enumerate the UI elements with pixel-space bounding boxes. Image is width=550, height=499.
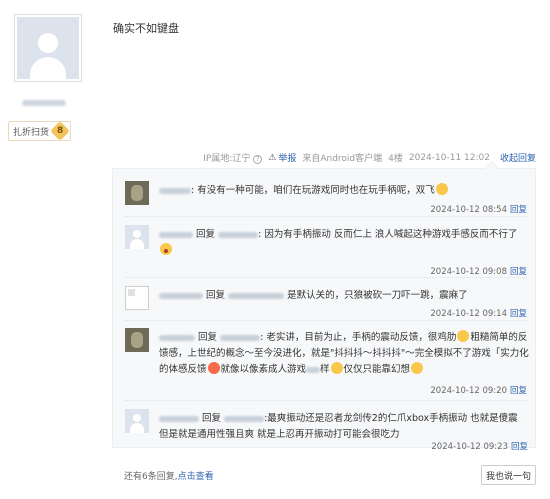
post-meta-bar: IP属地:辽宁 ? ⚠ 举报 来自Android客户端 4楼 2024-10-11… bbox=[203, 151, 536, 164]
reply-avatar[interactable] bbox=[125, 328, 149, 352]
post-content: 确实不如键盘 bbox=[113, 22, 179, 35]
reply-avatar[interactable] bbox=[125, 286, 149, 310]
sweat-emoji-icon bbox=[457, 330, 470, 342]
reply-username-blurred[interactable] bbox=[159, 292, 203, 299]
avatar[interactable] bbox=[14, 14, 82, 82]
reply-text: 回复 是默认关的，只狼被砍一刀吓一跳，震麻了 bbox=[159, 288, 529, 304]
reply-username-blurred[interactable] bbox=[159, 415, 199, 422]
post-source: 来自Android客户端 bbox=[302, 154, 383, 164]
more-replies-text: 还有6条回复,点击查看 bbox=[124, 472, 214, 482]
reply-avatar[interactable] bbox=[125, 181, 149, 205]
heart-emoji-icon bbox=[207, 362, 220, 374]
reply-username-blurred[interactable] bbox=[159, 334, 195, 341]
reply-avatar[interactable] bbox=[125, 225, 149, 249]
reply-meta: 2024-10-12 09:14 回复 bbox=[430, 309, 527, 319]
reply-text: : 有没有一种可能，咱们在玩游戏同时也在玩手柄呢，双飞 bbox=[159, 183, 529, 199]
floor-number: 4楼 bbox=[388, 154, 403, 164]
divider bbox=[125, 400, 527, 401]
reply-avatar[interactable] bbox=[125, 409, 149, 433]
reply-text: 回复 :最爽振动还是忍者龙剑传2的仁爪xbox手柄振动 也就是傻震 但是就是通用… bbox=[159, 413, 518, 440]
reply-target-blurred[interactable] bbox=[228, 292, 285, 299]
reply-text: 回复 : 老实讲，目前为止，手柄的震动反馈，很鸡肋 粗糙简单的反馈感，上世纪的概念… bbox=[159, 330, 529, 375]
reply-meta: 2024-10-12 09:23 回复 bbox=[431, 442, 528, 452]
reply-button[interactable]: 回复 bbox=[511, 442, 528, 452]
level-number-icon: 8 bbox=[50, 121, 70, 141]
divider bbox=[125, 216, 527, 217]
view-more-link[interactable]: 点击查看 bbox=[178, 472, 214, 482]
grin-emoji-icon bbox=[411, 362, 424, 374]
surprised-emoji-icon bbox=[160, 243, 172, 255]
level-name: 扎折扫货 bbox=[13, 127, 50, 138]
divider bbox=[125, 277, 527, 278]
reply-meta: 2024-10-12 09:08 回复 bbox=[430, 267, 527, 277]
say-something-button[interactable]: 我也说一句 bbox=[481, 465, 536, 485]
reply-button[interactable]: 回复 bbox=[510, 267, 527, 277]
smile-emoji-icon bbox=[330, 362, 343, 374]
reply-text: 回复 : 因为有手柄振动 反而仁上 浪人喊起这种游戏手感反而不行了 bbox=[159, 227, 529, 259]
divider bbox=[125, 320, 527, 321]
user-level-badge[interactable]: 扎折扫货 8 bbox=[8, 121, 72, 141]
help-icon[interactable]: ? bbox=[253, 155, 263, 164]
smile-emoji-icon bbox=[435, 183, 448, 195]
username-blurred[interactable] bbox=[22, 100, 66, 106]
default-avatar-icon bbox=[17, 17, 79, 79]
reply-target-blurred[interactable] bbox=[220, 334, 261, 341]
reply-panel: : 有没有一种可能，咱们在玩游戏同时也在玩手柄呢，双飞 2024-10-12 0… bbox=[112, 168, 536, 448]
collapse-replies-button[interactable]: 收起回复 bbox=[500, 151, 536, 164]
reply-username-blurred[interactable] bbox=[159, 231, 193, 238]
ip-location: IP属地:辽宁 ? bbox=[203, 151, 263, 164]
user-sidebar: 扎折扫货 8 bbox=[0, 0, 96, 499]
reply-meta: 2024-10-12 08:54 回复 bbox=[430, 205, 527, 215]
reply-button[interactable]: 回复 bbox=[510, 205, 527, 215]
report-button[interactable]: ⚠ 举报 bbox=[268, 151, 296, 165]
reply-button[interactable]: 回复 bbox=[510, 309, 527, 319]
reply-button[interactable]: 回复 bbox=[510, 386, 527, 396]
post-datetime: 2024-10-11 12:02 bbox=[408, 152, 490, 163]
reply-target-blurred[interactable] bbox=[224, 415, 265, 422]
reply-target-blurred[interactable] bbox=[218, 231, 259, 238]
reply-meta: 2024-10-12 09:20 回复 bbox=[430, 386, 527, 396]
reply-username-blurred[interactable] bbox=[159, 187, 191, 194]
warning-icon: ⚠ bbox=[268, 152, 277, 163]
